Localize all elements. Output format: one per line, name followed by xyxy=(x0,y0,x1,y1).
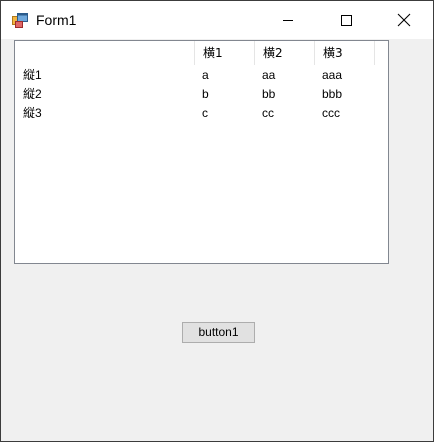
form1-window: Form1 横1 横2 横3 縦1 a aa aaa 縦2 b bb bbb 縦… xyxy=(0,0,434,442)
column-header-row-label[interactable] xyxy=(15,41,195,65)
list-item[interactable]: 縦1 a aa aaa xyxy=(15,66,388,85)
minimize-button[interactable] xyxy=(259,1,317,39)
form-app-icon xyxy=(12,13,28,28)
column-header-2[interactable]: 横2 xyxy=(255,41,315,65)
form-client-area: 横1 横2 横3 縦1 a aa aaa 縦2 b bb bbb 縦3 c cc… xyxy=(1,39,433,441)
maximize-icon xyxy=(341,15,352,26)
list-cell: 縦3 xyxy=(23,106,42,120)
list-view-header: 横1 横2 横3 xyxy=(15,41,388,65)
button1[interactable]: button1 xyxy=(182,322,255,343)
list-item[interactable]: 縦2 b bb bbb xyxy=(15,85,388,104)
column-header-3[interactable]: 横3 xyxy=(315,41,375,65)
close-icon xyxy=(397,13,411,27)
window-title: Form1 xyxy=(36,12,77,28)
list-cell: aa xyxy=(262,68,276,82)
list-cell: bb xyxy=(262,87,276,101)
list-view[interactable]: 横1 横2 横3 縦1 a aa aaa 縦2 b bb bbb 縦3 c cc… xyxy=(14,40,389,264)
list-cell: a xyxy=(202,68,209,82)
title-bar[interactable]: Form1 xyxy=(1,1,433,39)
list-cell: 縦1 xyxy=(23,68,42,82)
minimize-icon xyxy=(283,20,293,21)
maximize-button[interactable] xyxy=(317,1,375,39)
list-cell: ccc xyxy=(322,106,340,120)
column-header-1[interactable]: 横1 xyxy=(195,41,255,65)
list-cell: 縦2 xyxy=(23,87,42,101)
list-cell: c xyxy=(202,106,208,120)
list-cell: bbb xyxy=(322,87,343,101)
close-button[interactable] xyxy=(375,1,433,39)
list-cell: aaa xyxy=(322,68,343,82)
list-cell: b xyxy=(202,87,209,101)
list-item[interactable]: 縦3 c cc ccc xyxy=(15,104,388,123)
list-cell: cc xyxy=(262,106,274,120)
